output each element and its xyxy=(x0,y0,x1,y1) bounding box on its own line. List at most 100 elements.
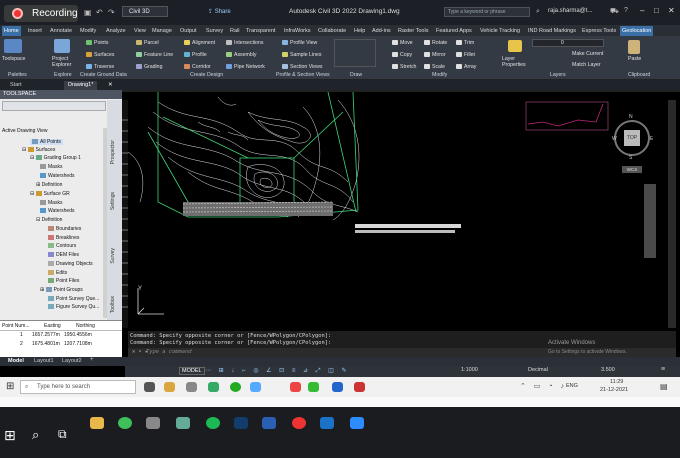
sample-lines-button[interactable]: Sample Lines xyxy=(282,52,321,58)
lineweight-value[interactable]: 3.500 xyxy=(601,367,615,373)
viewcube-north[interactable]: N xyxy=(629,114,633,120)
tree-item-definition-2[interactable]: ⊟ Definition xyxy=(36,217,62,223)
copy-button[interactable]: Copy xyxy=(392,52,412,58)
doc-tab-drawing1[interactable]: Drawing1* xyxy=(64,81,98,90)
scale-button[interactable]: Scale xyxy=(424,64,445,70)
column-header[interactable]: Northing xyxy=(76,323,95,329)
notifications-icon[interactable]: ▤ xyxy=(660,382,668,391)
tree-item-masks[interactable]: Masks xyxy=(40,164,62,170)
app-icon[interactable] xyxy=(354,382,365,392)
move-button[interactable]: Move xyxy=(392,40,413,46)
doc-tab-start[interactable]: Start xyxy=(6,81,26,90)
trim-button[interactable]: Trim xyxy=(456,40,474,46)
stretch-button[interactable]: Stretch xyxy=(392,64,416,70)
assembly-button[interactable]: Assembly xyxy=(226,52,257,58)
column-header[interactable]: Easting xyxy=(44,323,61,329)
tab-rail[interactable]: Rail xyxy=(228,26,241,36)
tab-collaborate[interactable]: Collaborate xyxy=(316,26,348,36)
outlook-icon[interactable] xyxy=(320,417,334,429)
tree-item-point-files[interactable]: Point Files xyxy=(48,278,79,284)
close-button[interactable]: ✕ xyxy=(668,6,675,15)
system-tray-icons[interactable]: ⌃ ▭ ◔ ♪ xyxy=(520,382,567,390)
tab-featured-apps[interactable]: Featured Apps xyxy=(434,26,474,36)
chrome-icon[interactable] xyxy=(230,382,241,392)
section-views-button[interactable]: Section Views xyxy=(282,64,323,70)
tab-model[interactable]: Model xyxy=(8,358,24,364)
tree-item-grading-group[interactable]: ⊟ Grading Group 1 xyxy=(30,155,81,161)
side-tab-prospector[interactable]: Prospector xyxy=(110,140,116,164)
chrome-icon[interactable] xyxy=(292,417,306,429)
windows-icon[interactable]: ⊞ xyxy=(4,427,16,444)
wcs-dropdown[interactable]: WCS xyxy=(622,166,642,173)
annotation-scale[interactable]: 1:1000 xyxy=(461,367,478,373)
whatsapp-icon[interactable] xyxy=(118,417,132,429)
drawing-canvas[interactable]: Y xyxy=(127,91,668,328)
table-row[interactable]: 2 1675.4801m 1207.7108m xyxy=(0,341,122,349)
search-icon[interactable]: ⌕ xyxy=(536,8,540,16)
fillet-button[interactable]: Fillet xyxy=(456,52,475,58)
tree-item-point-groups[interactable]: ⊞ Point Groups xyxy=(40,287,83,293)
alignment-button[interactable]: Alignment xyxy=(184,40,215,46)
side-tab-survey[interactable]: Survey xyxy=(110,248,116,264)
draw-tools[interactable] xyxy=(334,39,376,67)
side-tab-toolbox[interactable]: Toolbox xyxy=(110,296,116,313)
tab-home[interactable]: Home xyxy=(2,26,21,36)
vertical-scrollbar[interactable] xyxy=(668,100,676,328)
project-explorer-button[interactable]: Project Explorer xyxy=(52,56,82,68)
tree-item-breaklines[interactable]: Breaklines xyxy=(48,235,79,241)
corridor-button[interactable]: Corridor xyxy=(184,64,211,70)
save-icon[interactable]: ▣ xyxy=(84,8,92,17)
tree-item-contours[interactable]: Contours xyxy=(48,243,76,249)
active-view-dropdown[interactable]: Active Drawing View xyxy=(2,128,47,134)
intersections-button[interactable]: Intersections xyxy=(226,40,263,46)
side-tab-settings[interactable]: Settings xyxy=(110,192,116,210)
app-icon[interactable] xyxy=(290,382,301,392)
tab-analyze[interactable]: Analyze xyxy=(104,26,128,36)
mirror-button[interactable]: Mirror xyxy=(424,52,446,58)
minimize-button[interactable]: – xyxy=(640,6,644,15)
model-space-button[interactable]: MODEL xyxy=(179,367,205,375)
tree-item-drawing-objects[interactable]: Drawing Objects xyxy=(48,261,93,267)
word-icon[interactable] xyxy=(262,417,276,429)
viewcube-top-face[interactable]: TOP xyxy=(624,130,640,146)
tab-express-tools[interactable]: Express Tools xyxy=(580,26,618,36)
app-icon[interactable] xyxy=(250,382,261,392)
layer-dropdown[interactable]: 0 xyxy=(532,39,604,47)
tab-ind-road-markings[interactable]: IND Road Markings xyxy=(526,26,578,36)
app-icon[interactable] xyxy=(176,417,190,429)
traverse-button[interactable]: Traverse xyxy=(86,64,114,70)
tab-view[interactable]: View xyxy=(132,26,148,36)
tab-geolocation[interactable]: Geolocation xyxy=(620,26,654,36)
tree-item-watersheds[interactable]: Watersheds xyxy=(40,173,75,179)
language-indicator[interactable]: ENG xyxy=(566,383,578,389)
tree-item-all-points[interactable]: All Points xyxy=(30,139,63,145)
profile-button[interactable]: Profile xyxy=(184,52,207,58)
match-layer-button[interactable]: Match Layer xyxy=(572,62,601,68)
cart-icon[interactable]: ⛟ xyxy=(610,7,619,16)
table-row[interactable]: 1 1657.2577m 1950.4556m xyxy=(0,332,122,340)
tab-annotate[interactable]: Annotate xyxy=(48,26,74,36)
app-icon[interactable] xyxy=(186,382,197,392)
tree-item-boundaries[interactable]: Boundaries xyxy=(48,226,81,232)
grading-button[interactable]: Grading xyxy=(136,64,162,70)
task-view-icon[interactable] xyxy=(144,382,155,392)
profile-view-button[interactable]: Profile View xyxy=(282,40,317,46)
tab-insert[interactable]: Insert xyxy=(26,26,44,36)
tab-vehicle-tracking[interactable]: Vehicle Tracking xyxy=(478,26,522,36)
pinned-apps[interactable] xyxy=(142,380,462,394)
tree-item-edits[interactable]: Edits xyxy=(48,270,67,276)
tree-item-figure-survey[interactable]: Figure Survey Qu... xyxy=(48,304,99,310)
tab-help[interactable]: Help xyxy=(352,26,367,36)
properties-strip[interactable] xyxy=(122,110,128,310)
tree-item-watersheds-2[interactable]: Watersheds xyxy=(40,208,75,214)
tree-item-definition[interactable]: ⊞ Definition xyxy=(36,182,62,188)
units-dropdown[interactable]: Decimal xyxy=(528,367,548,373)
help-icon[interactable]: ? xyxy=(624,7,628,14)
file-explorer-icon[interactable] xyxy=(164,382,175,392)
spotify-icon[interactable] xyxy=(206,417,220,429)
viewcube-west[interactable]: W xyxy=(612,136,617,142)
tab-add-ins[interactable]: Add-ins xyxy=(370,26,393,36)
feature-line-button[interactable]: Feature Line xyxy=(136,52,173,58)
toolspace-button[interactable]: Toolspace xyxy=(2,56,25,62)
rotate-button[interactable]: Rotate xyxy=(424,40,447,46)
